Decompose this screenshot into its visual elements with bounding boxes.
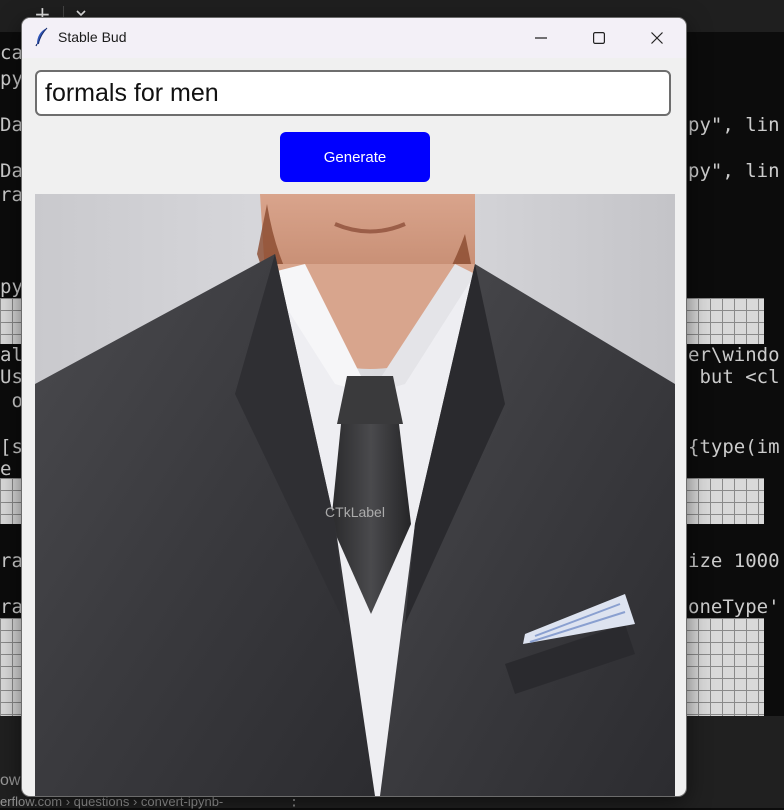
terminal-line: Us (0, 366, 23, 388)
prompt-input[interactable] (35, 70, 671, 116)
terminal-line: oneType' (688, 596, 780, 618)
terminal-line: Da (0, 160, 23, 182)
terminal-line: [s (0, 436, 23, 458)
terminal-line: ra (0, 550, 23, 572)
terminal-line: {type(im (688, 436, 780, 458)
terminal-progress-grid (686, 618, 764, 716)
terminal-line: ra (0, 184, 23, 206)
ctk-label: CTkLabel (325, 504, 385, 520)
maximize-button[interactable] (570, 18, 628, 58)
browser-text: ow (0, 772, 21, 789)
feather-icon (34, 27, 50, 52)
minimize-icon (535, 37, 547, 39)
terminal-progress-grid (0, 618, 22, 716)
generated-image: CTkLabel (35, 194, 675, 796)
terminal-progress-grid (0, 298, 22, 344)
terminal-line: py", lin (688, 114, 780, 136)
terminal-progress-grid (686, 298, 764, 344)
terminal-line: er\windo (688, 344, 780, 366)
terminal-line: o (0, 390, 23, 412)
maximize-icon (593, 32, 605, 44)
close-button[interactable] (628, 18, 686, 58)
terminal-line: ize 1000 (688, 550, 780, 572)
app-window: Stable Bud Generate (22, 18, 686, 796)
minimize-button[interactable] (512, 18, 570, 58)
browser-url[interactable]: erflow.com › questions › convert-ipynb- (0, 794, 223, 809)
terminal-line: ca (0, 42, 23, 64)
terminal-line: Da (0, 114, 23, 136)
close-icon (651, 32, 663, 44)
terminal-progress-grid (686, 478, 764, 524)
window-title: Stable Bud (58, 29, 127, 45)
terminal-line: but <cl (688, 366, 780, 388)
title-bar[interactable]: Stable Bud (22, 18, 686, 58)
terminal-line: py", lin (688, 160, 780, 182)
generate-button[interactable]: Generate (280, 132, 430, 182)
terminal-progress-grid (0, 478, 22, 524)
terminal-line: py (0, 276, 23, 298)
terminal-line: py (0, 68, 23, 90)
terminal-line: ra (0, 596, 23, 618)
